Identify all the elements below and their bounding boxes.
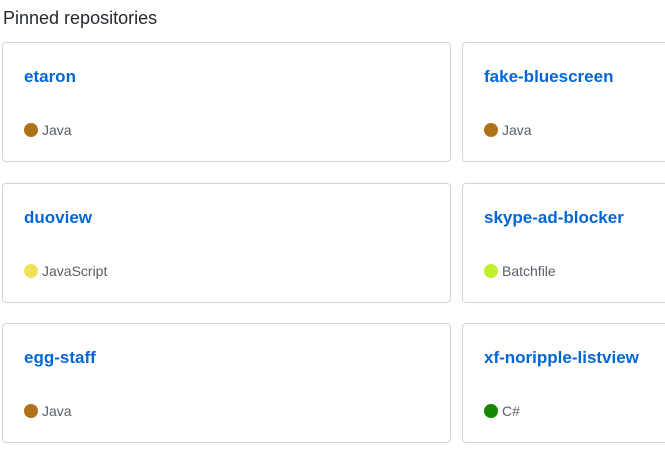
language-label: Java — [502, 122, 532, 138]
repo-card: skype-ad-blocker Batchfile — [462, 183, 665, 303]
repo-card: egg-staff Java — [2, 323, 451, 443]
repo-name-link[interactable]: egg-staff — [24, 348, 96, 368]
repo-language: Java — [24, 122, 72, 138]
repo-language: Batchfile — [484, 263, 556, 279]
language-label: JavaScript — [42, 263, 108, 279]
language-color-dot — [484, 123, 498, 137]
repo-name-link[interactable]: etaron — [24, 67, 76, 87]
repo-card: etaron Java — [2, 42, 451, 162]
repo-language: C# — [484, 403, 520, 419]
language-color-dot — [24, 404, 38, 418]
language-label: C# — [502, 403, 520, 419]
section-title: Pinned repositories — [3, 8, 158, 28]
repo-name-link[interactable]: fake-bluescreen — [484, 67, 613, 87]
repo-name-link[interactable]: skype-ad-blocker — [484, 208, 624, 228]
repo-language: JavaScript — [24, 263, 107, 279]
language-color-dot — [24, 264, 38, 278]
repo-name-link[interactable]: duoview — [24, 208, 92, 228]
repo-card: fake-bluescreen Java — [462, 42, 665, 162]
repo-card: xf-noripple-listview C# — [462, 323, 665, 443]
language-label: Java — [42, 122, 72, 138]
repo-name-link[interactable]: xf-noripple-listview — [484, 348, 639, 368]
repo-language: Java — [484, 122, 532, 138]
pinned-repositories-section: Pinned repositories etaron Java fake-blu… — [0, 0, 665, 452]
language-color-dot — [484, 264, 498, 278]
language-color-dot — [24, 123, 38, 137]
repo-card: duoview JavaScript — [2, 183, 451, 303]
language-label: Java — [42, 403, 72, 419]
language-color-dot — [484, 404, 498, 418]
repo-language: Java — [24, 403, 72, 419]
language-label: Batchfile — [502, 263, 556, 279]
